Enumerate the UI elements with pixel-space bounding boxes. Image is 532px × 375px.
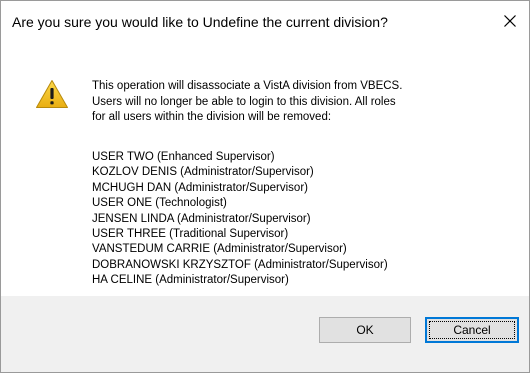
dialog-footer: OK Cancel xyxy=(1,296,529,372)
dialog-message: This operation will disassociate a VistA… xyxy=(92,79,522,126)
list-item: DOBRANOWSKI KRZYSZTOF (Administrator/Sup… xyxy=(92,258,388,271)
ok-button-label: OK xyxy=(356,323,374,337)
message-line: for all users within the division will b… xyxy=(92,111,332,124)
message-line: This operation will disassociate a VistA… xyxy=(92,80,403,92)
confirm-dialog: Are you sure you would like to Undefine … xyxy=(0,0,530,373)
message-line: Users will no longer be able to login to… xyxy=(92,95,396,108)
user-list: USER TWO (Enhanced Supervisor) KOZLOV DE… xyxy=(92,150,388,289)
dialog-title: Are you sure you would like to Undefine … xyxy=(12,14,388,30)
ok-button[interactable]: OK xyxy=(319,317,411,343)
list-item: USER TWO (Enhanced Supervisor) xyxy=(92,151,275,163)
list-item: MCHUGH DAN (Administrator/Supervisor) xyxy=(92,181,308,194)
cancel-button[interactable]: Cancel xyxy=(425,317,519,343)
close-icon xyxy=(504,15,516,27)
cancel-button-label: Cancel xyxy=(453,323,491,337)
list-item: USER THREE (Traditional Supervisor) xyxy=(92,228,289,241)
list-item: KOZLOV DENIS (Administrator/Supervisor) xyxy=(92,166,314,179)
list-item: USER ONE (Technologist) xyxy=(92,197,227,210)
list-item: VANSTEDUM CARRIE (Administrator/Supervis… xyxy=(92,243,347,256)
list-item: JENSEN LINDA (Administrator/Supervisor) xyxy=(92,212,311,225)
close-button[interactable] xyxy=(495,7,525,35)
dialog-titlebar[interactable]: Are you sure you would like to Undefine … xyxy=(1,1,529,45)
dialog-content: This operation will disassociate a VistA… xyxy=(1,45,529,292)
list-item: HA CELINE (Administrator/Supervisor) xyxy=(92,274,289,287)
warning-icon xyxy=(36,80,68,108)
